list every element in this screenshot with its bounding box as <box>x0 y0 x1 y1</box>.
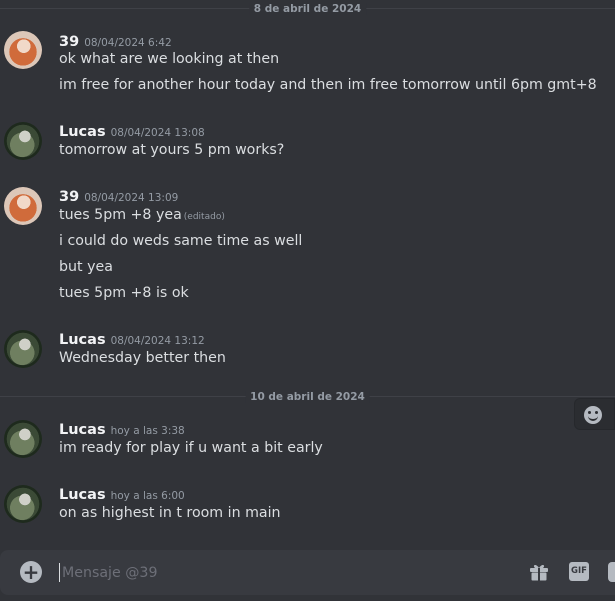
username[interactable]: Lucas <box>59 124 106 140</box>
timestamp: 08/04/2024 13:09 <box>84 192 179 204</box>
message-header: 39 08/04/2024 13:09 <box>59 186 178 205</box>
message-text: Wednesday better then <box>59 350 226 366</box>
timestamp: hoy a las 6:00 <box>110 490 185 502</box>
gif-icon[interactable]: GIF <box>569 562 589 581</box>
gift-icon[interactable] <box>529 562 549 582</box>
username[interactable]: 39 <box>59 189 79 205</box>
avatar[interactable] <box>4 485 42 523</box>
date-divider-label: 10 de abril de 2024 <box>245 391 370 403</box>
avatar[interactable] <box>4 420 42 458</box>
timestamp: 08/04/2024 6:42 <box>84 37 172 49</box>
message-header: Lucas 08/04/2024 13:08 <box>59 121 205 140</box>
date-divider: 10 de abril de 2024 <box>0 391 615 403</box>
date-divider-label: 8 de abril de 2024 <box>248 3 367 15</box>
message-text: tomorrow at yours 5 pm works? <box>59 142 285 158</box>
username[interactable]: Lucas <box>59 487 106 503</box>
timestamp: 08/04/2024 13:08 <box>110 127 205 139</box>
avatar[interactable] <box>4 31 42 69</box>
message-header: 39 08/04/2024 6:42 <box>59 31 172 50</box>
avatar[interactable] <box>4 122 42 160</box>
timestamp: 08/04/2024 13:12 <box>110 335 205 347</box>
message-text: im ready for play if u want a bit early <box>59 440 323 456</box>
message-text: im free for another hour today and then … <box>59 77 597 93</box>
avatar[interactable] <box>4 330 42 368</box>
message-composer: + GIF <box>0 550 615 595</box>
sticker-icon[interactable] <box>608 562 615 582</box>
username[interactable]: 39 <box>59 34 79 50</box>
date-divider: 8 de abril de 2024 <box>0 3 615 15</box>
message-text: tues 5pm +8 is ok <box>59 285 189 301</box>
timestamp: hoy a las 3:38 <box>110 425 185 437</box>
message-text: but yea <box>59 259 113 275</box>
smiley-face-icon <box>584 406 602 424</box>
message-header: Lucas hoy a las 6:00 <box>59 484 185 503</box>
username[interactable]: Lucas <box>59 422 106 438</box>
message-input[interactable] <box>60 558 504 588</box>
add-reaction-button[interactable] <box>574 398 615 430</box>
edited-label: (editado) <box>183 212 225 222</box>
message-header: Lucas 08/04/2024 13:12 <box>59 329 205 348</box>
message-text: i could do weds same time as well <box>59 233 303 249</box>
message-text: on as highest in t room in main <box>59 505 281 521</box>
message-text: ok what are we looking at then <box>59 51 280 67</box>
plus-circle-icon[interactable]: + <box>20 561 42 583</box>
message-text-body: tues 5pm +8 yea <box>59 207 182 223</box>
username[interactable]: Lucas <box>59 332 106 348</box>
message-header: Lucas hoy a las 3:38 <box>59 419 185 438</box>
avatar[interactable] <box>4 187 42 225</box>
message-text: tues 5pm +8 yea (editado) <box>59 207 225 223</box>
